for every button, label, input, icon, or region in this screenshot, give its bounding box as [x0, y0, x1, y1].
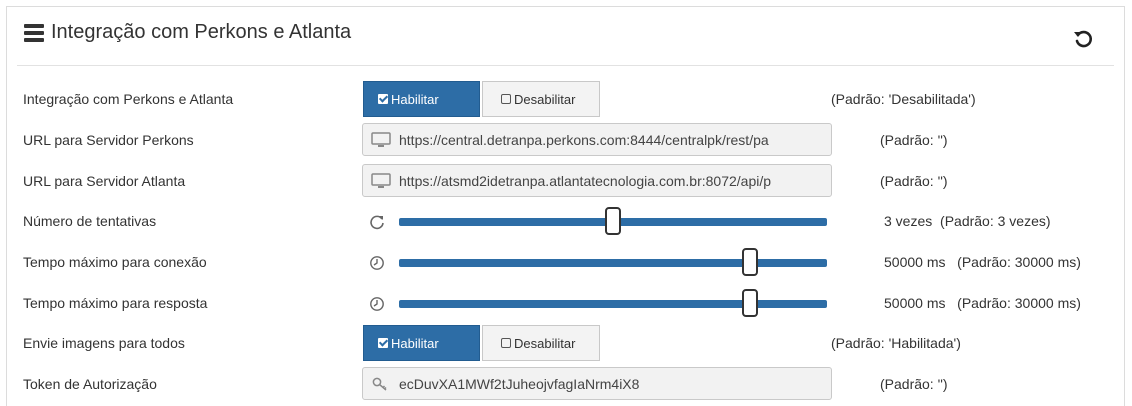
slider-handle[interactable]: [605, 207, 621, 235]
setting-label: URL para Servidor Atlanta: [23, 173, 186, 189]
list-icon: [24, 24, 44, 42]
toggle-group: Habilitar Desabilitar: [363, 81, 600, 117]
panel-header: Integração com Perkons e Atlanta: [7, 7, 1124, 63]
perkons-url-field: [362, 123, 832, 156]
disable-label: Desabilitar: [514, 335, 576, 351]
clock-icon: [370, 256, 384, 270]
page-title: Integração com Perkons e Atlanta: [51, 21, 352, 43]
atlanta-url-field: [362, 164, 832, 197]
default-hint: (Padrão: ''): [880, 376, 948, 392]
setting-label: Tempo máximo para resposta: [23, 295, 208, 311]
checked-box-icon: [378, 94, 388, 104]
enable-button[interactable]: Habilitar: [363, 81, 480, 117]
disable-button[interactable]: Desabilitar: [482, 325, 600, 361]
checked-box-icon: [378, 338, 388, 348]
enable-label: Habilitar: [391, 91, 439, 107]
setting-row-retries: Número de tentativas 3 vezes (Padrão: 3 …: [7, 201, 1124, 241]
key-icon: [372, 377, 387, 391]
connect-timeout-slider[interactable]: [399, 248, 827, 276]
toggle-group: Habilitar Desabilitar: [363, 325, 600, 361]
slider-value: 3 vezes (Padrão: 3 vezes): [884, 213, 1051, 229]
setting-label: Tempo máximo para conexão: [23, 254, 207, 270]
setting-row-send-images: Envie imagens para todos Habilitar Desab…: [7, 323, 1124, 363]
token-field: [362, 367, 832, 400]
slider-handle[interactable]: [741, 289, 758, 317]
default-hint: (Padrão: 'Habilitada'): [831, 335, 961, 351]
setting-row-perkons-url: URL para Servidor Perkons (Padrão: ''): [7, 120, 1124, 160]
clock-icon: [370, 297, 384, 311]
slider-value: 50000 ms (Padrão: 30000 ms): [884, 295, 1081, 311]
header-divider: [17, 65, 1114, 66]
setting-label: Integração com Perkons e Atlanta: [23, 91, 234, 107]
setting-label: URL para Servidor Perkons: [23, 132, 194, 148]
enable-label: Habilitar: [391, 335, 439, 351]
atlanta-url-input[interactable]: [399, 172, 819, 189]
slider-value: 50000 ms (Padrão: 30000 ms): [884, 254, 1081, 270]
disable-button[interactable]: Desabilitar: [482, 81, 600, 117]
setting-row-token: Token de Autorização (Padrão: ''): [7, 364, 1124, 404]
default-hint: (Padrão: 'Desabilitada'): [831, 91, 976, 107]
setting-label: Envie imagens para todos: [23, 335, 185, 351]
default-hint: (Padrão: ''): [880, 132, 948, 148]
token-input[interactable]: [399, 375, 819, 392]
refresh-icon: [370, 215, 384, 230]
slider-handle[interactable]: [741, 248, 758, 276]
unchecked-box-icon: [501, 94, 511, 104]
setting-row-atlanta-url: URL para Servidor Atlanta (Padrão: ''): [7, 161, 1124, 201]
setting-row-integration: Integração com Perkons e Atlanta Habilit…: [7, 79, 1124, 119]
setting-label: Token de Autorização: [23, 376, 157, 392]
monitor-icon: [371, 131, 391, 147]
setting-row-response-timeout: Tempo máximo para resposta 50000 ms (Pad…: [7, 283, 1124, 323]
response-timeout-slider[interactable]: [399, 289, 827, 317]
disable-label: Desabilitar: [514, 91, 576, 107]
monitor-icon: [371, 172, 391, 188]
unchecked-box-icon: [501, 338, 511, 348]
undo-icon[interactable]: [1072, 27, 1094, 49]
perkons-url-input[interactable]: [399, 131, 819, 148]
default-hint: (Padrão: ''): [880, 173, 948, 189]
retries-slider[interactable]: [399, 207, 827, 235]
setting-row-connect-timeout: Tempo máximo para conexão 50000 ms (Padr…: [7, 242, 1124, 282]
enable-button[interactable]: Habilitar: [363, 325, 480, 361]
setting-label: Número de tentativas: [23, 213, 157, 229]
settings-panel: Integração com Perkons e Atlanta Integra…: [6, 6, 1125, 406]
